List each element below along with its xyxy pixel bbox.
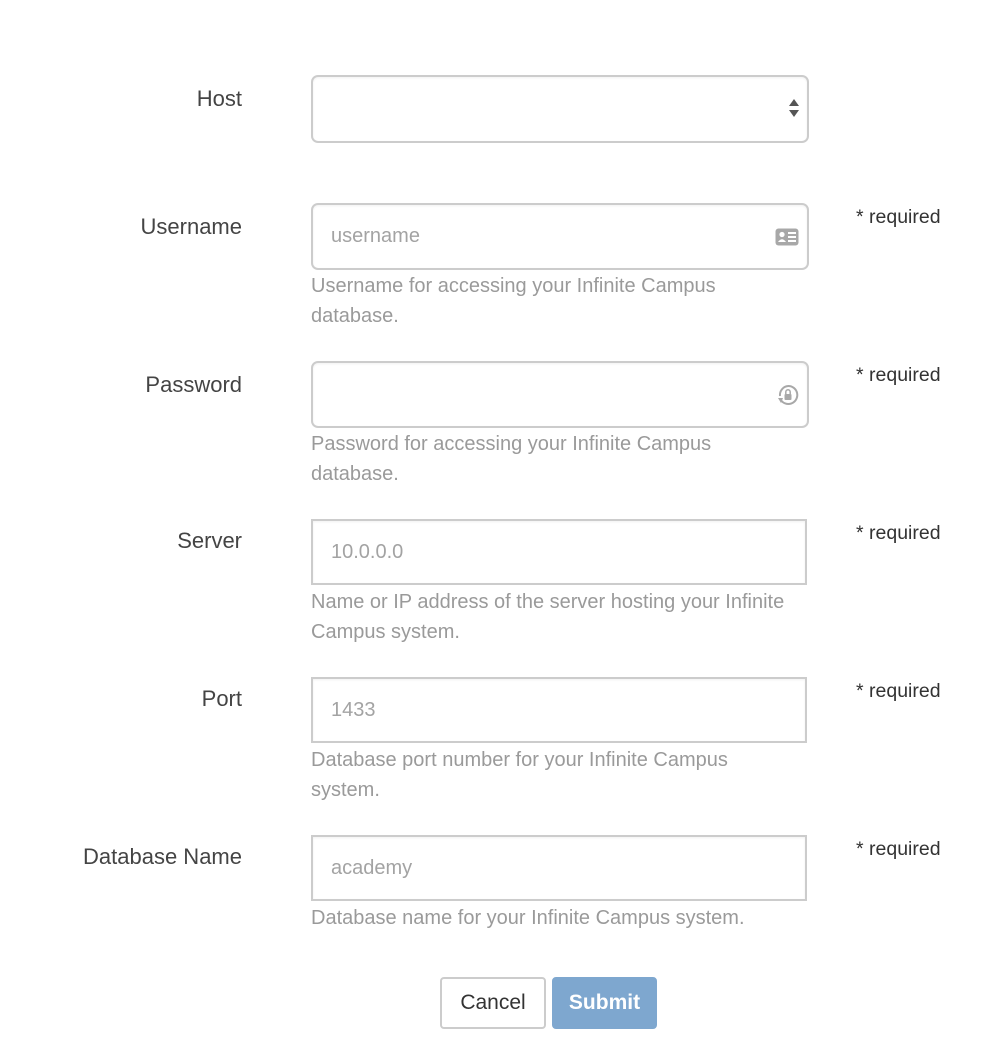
port-required: * required: [856, 680, 941, 702]
username-label: Username: [140, 214, 242, 239]
username-input[interactable]: [313, 205, 751, 268]
server-required: * required: [856, 522, 941, 544]
database-name-field-wrapper: [311, 835, 807, 901]
server-label: Server: [177, 528, 242, 553]
username-help: Username for accessing your Infinite Cam…: [311, 275, 716, 327]
port-input[interactable]: [313, 679, 751, 741]
username-required: * required: [856, 206, 941, 228]
database-name-help: Database name for your Infinite Campus s…: [311, 907, 745, 929]
username-field-wrapper: [311, 203, 809, 270]
host-label: Host: [196, 86, 242, 111]
password-label: Password: [145, 372, 242, 397]
database-name-required: * required: [856, 838, 941, 860]
host-select[interactable]: [311, 75, 809, 143]
server-input[interactable]: [313, 521, 751, 583]
password-help: Password for accessing your Infinite Cam…: [311, 433, 712, 485]
database-name-input[interactable]: [313, 837, 751, 899]
server-help: Name or IP address of the server hosting…: [311, 591, 785, 643]
port-field-wrapper: [311, 677, 807, 743]
server-field-wrapper: [311, 519, 807, 585]
password-field-wrapper: [311, 361, 809, 428]
password-input[interactable]: [313, 363, 751, 426]
cancel-button[interactable]: Cancel: [440, 977, 546, 1029]
submit-button[interactable]: Submit: [552, 977, 657, 1029]
password-manager-icon[interactable]: [777, 384, 799, 406]
password-required: * required: [856, 364, 941, 386]
port-label: Port: [201, 686, 242, 711]
select-arrows-icon: [789, 99, 799, 117]
database-name-label: Database Name: [83, 844, 242, 869]
port-help: Database port number for your Infinite C…: [311, 749, 728, 801]
contact-card-icon[interactable]: [775, 228, 799, 246]
